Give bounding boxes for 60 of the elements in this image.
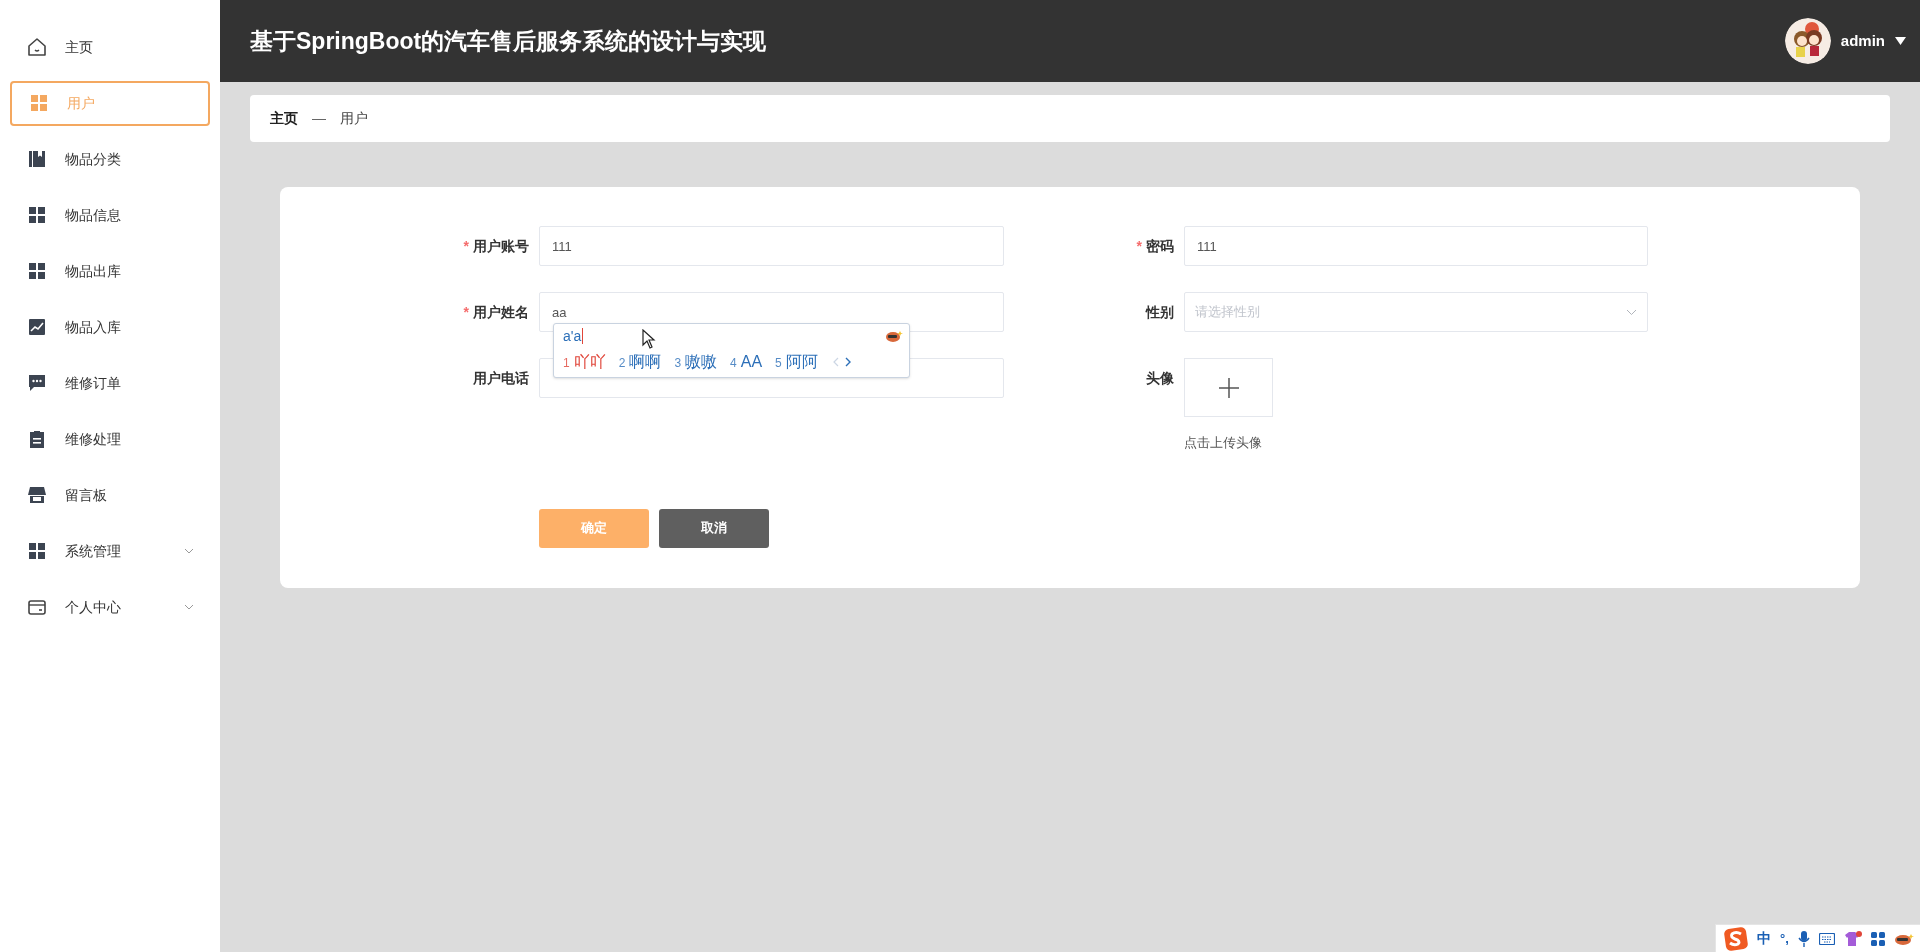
ime-candidate[interactable]: 3 嗷嗷: [674, 350, 718, 374]
plus-icon: [1218, 377, 1239, 398]
sidebar-item[interactable]: 维修订单: [10, 360, 210, 406]
grid-icon: [29, 93, 49, 113]
caret-down-icon[interactable]: [1895, 37, 1906, 45]
ime-candidate[interactable]: 2 啊啊: [618, 350, 662, 374]
cancel-button[interactable]: 取消: [659, 508, 769, 548]
clipboard-icon: [27, 429, 47, 449]
sidebar-item[interactable]: 个人中心: [10, 584, 210, 630]
field-label: 性别: [1146, 302, 1174, 322]
storefront-icon: [27, 485, 47, 505]
user-name[interactable]: admin: [1840, 29, 1885, 53]
grid-icon: [27, 261, 47, 281]
apps-icon[interactable]: [1870, 931, 1885, 946]
field-label: 头像: [1146, 368, 1174, 388]
field-label: 密码: [1146, 236, 1174, 256]
sidebar-item[interactable]: 物品入库: [10, 304, 210, 350]
ime-composition: a'a: [563, 328, 584, 344]
chat-icon: [27, 373, 47, 393]
chevron-down-icon: [1626, 308, 1637, 316]
grid-icon: [27, 541, 47, 561]
mascot-icon: [885, 329, 903, 343]
field-label: 用户电话: [473, 368, 529, 388]
sidebar-item[interactable]: 物品分类: [10, 136, 210, 182]
grid-icon: [27, 205, 47, 225]
line-chart-icon: [27, 317, 47, 337]
breadcrumb-separator: —: [312, 109, 326, 128]
required-mark: *: [1136, 236, 1142, 256]
input-field[interactable]: 111: [1184, 226, 1648, 266]
upload-hint: 点击上传头像: [1184, 434, 1263, 452]
sidebar-item[interactable]: 主页: [10, 24, 210, 70]
chevron-right-icon[interactable]: [844, 357, 851, 367]
app-title: 基于SpringBoot的汽车售后服务系统的设计与实现: [250, 26, 767, 56]
required-mark: *: [463, 236, 469, 256]
keyboard-icon[interactable]: [1818, 932, 1835, 945]
sidebar-item[interactable]: 物品信息: [10, 192, 210, 238]
ime-candidate[interactable]: 1 吖吖: [563, 350, 606, 374]
book-icon: [27, 149, 47, 169]
ime-logo-icon[interactable]: [1724, 926, 1748, 951]
input-field[interactable]: 111: [539, 226, 1004, 266]
mouse-cursor-icon: [642, 329, 656, 349]
chevron-down-icon: [184, 604, 194, 610]
ime-punctuation[interactable]: °,: [1780, 928, 1789, 949]
home-icon: [27, 37, 47, 57]
required-mark: *: [463, 302, 469, 322]
chevron-down-icon: [184, 548, 194, 554]
ime-candidate[interactable]: 5 阿阿: [775, 350, 818, 374]
ime-candidate[interactable]: 4 AA: [730, 350, 763, 374]
sidebar-item[interactable]: 留言板: [10, 472, 210, 518]
sidebar-item[interactable]: 维修处理: [10, 416, 210, 462]
ime-mode[interactable]: 中: [1757, 928, 1771, 949]
sidebar-item[interactable]: 物品出库: [10, 248, 210, 294]
field-label: 用户账号: [473, 236, 529, 256]
breadcrumb-item[interactable]: 主页: [270, 108, 298, 129]
field-label: 用户姓名: [473, 302, 529, 322]
shirt-icon[interactable]: [1843, 930, 1862, 947]
breadcrumb-item[interactable]: 用户: [340, 108, 368, 129]
sidebar-item[interactable]: 系统管理: [10, 528, 210, 574]
microphone-icon[interactable]: [1797, 930, 1810, 947]
wallet-icon: [27, 597, 47, 617]
